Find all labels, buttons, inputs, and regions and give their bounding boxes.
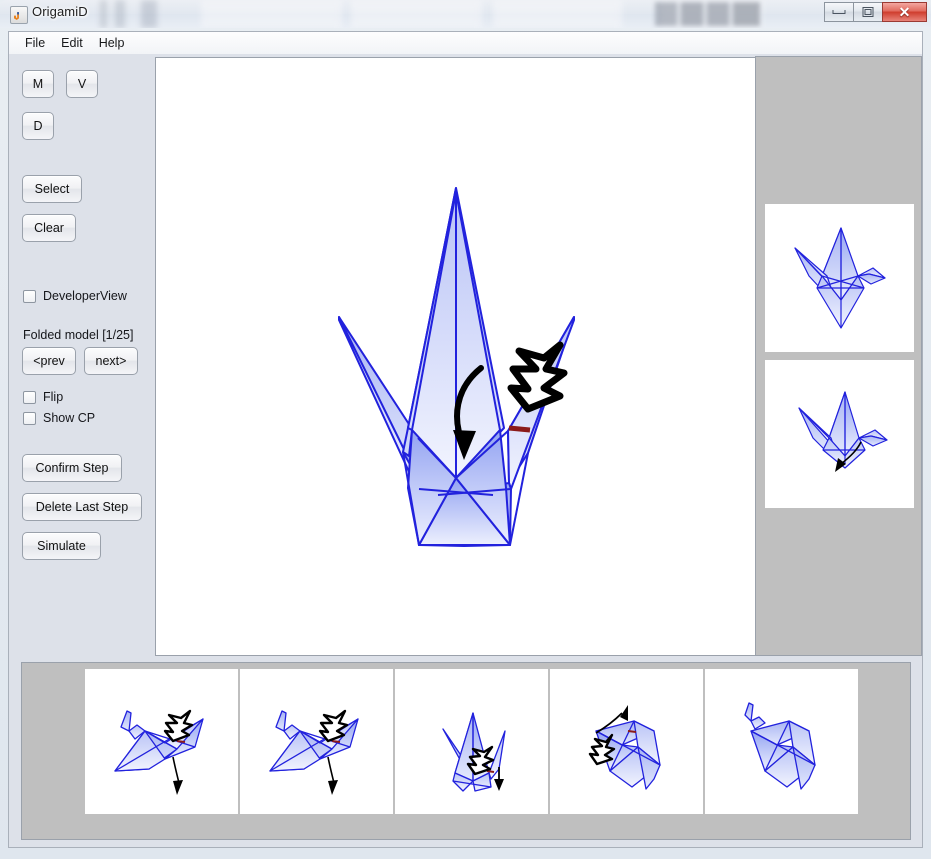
flip-label: Flip bbox=[43, 390, 64, 404]
minimize-button[interactable] bbox=[824, 2, 853, 22]
valley-fold-button[interactable]: V bbox=[66, 70, 98, 98]
java-coffee-cup-icon bbox=[10, 6, 28, 24]
menu-bar: File Edit Help bbox=[8, 31, 923, 54]
preview-thumbnail-step[interactable] bbox=[765, 360, 914, 508]
maximize-icon bbox=[862, 7, 874, 17]
push-here-arrow bbox=[507, 341, 568, 413]
minimize-icon bbox=[832, 10, 846, 14]
canvas-container bbox=[146, 54, 756, 658]
title-bar[interactable]: OrigamiD ✕ bbox=[0, 0, 931, 28]
step-thumbnail-4[interactable] bbox=[550, 669, 703, 814]
close-button[interactable]: ✕ bbox=[882, 2, 927, 22]
origami-crane-3d bbox=[338, 187, 575, 547]
step-thumbnail-3[interactable] bbox=[395, 669, 548, 814]
window-title: OrigamiD bbox=[32, 4, 88, 19]
glass-background-blur-right bbox=[655, 2, 760, 26]
menu-help[interactable]: Help bbox=[91, 33, 133, 53]
diagonal-fold-button[interactable]: D bbox=[22, 112, 54, 140]
preview-panel bbox=[755, 56, 922, 656]
prev-step-button[interactable]: <prev bbox=[22, 347, 76, 375]
checkbox-box-icon bbox=[23, 289, 36, 303]
left-toolbar: M V D Select Clear DeveloperView Folded … bbox=[9, 54, 146, 658]
step-thumbnail-2[interactable] bbox=[240, 669, 393, 814]
content-area: M V D Select Clear DeveloperView Folded … bbox=[8, 54, 923, 848]
crane-step2-icon bbox=[269, 709, 359, 795]
checkbox-box-icon bbox=[23, 411, 36, 425]
step-thumbnail-5[interactable] bbox=[705, 669, 858, 814]
show-cp-checkbox[interactable]: Show CP bbox=[23, 411, 95, 425]
folded-model-canvas[interactable] bbox=[155, 57, 756, 656]
crane-step4-icon bbox=[588, 705, 661, 790]
crane-step3-icon bbox=[442, 712, 506, 792]
next-step-button[interactable]: next> bbox=[84, 347, 138, 375]
show-cp-label: Show CP bbox=[43, 411, 96, 425]
maximize-button[interactable] bbox=[853, 2, 882, 22]
select-button[interactable]: Select bbox=[22, 175, 82, 203]
highlighted-crease bbox=[508, 425, 531, 433]
simulate-button[interactable]: Simulate bbox=[22, 532, 101, 560]
developer-view-checkbox[interactable]: DeveloperView bbox=[23, 289, 127, 303]
delete-last-step-button[interactable]: Delete Last Step bbox=[22, 493, 142, 521]
clear-button[interactable]: Clear bbox=[22, 214, 76, 242]
preview-thumbnail-result[interactable] bbox=[765, 204, 914, 352]
menu-edit[interactable]: Edit bbox=[53, 33, 91, 53]
step-thumbnail-1[interactable] bbox=[85, 669, 238, 814]
step-filmstrip[interactable] bbox=[21, 662, 911, 840]
crane-preview-finished-icon bbox=[794, 227, 886, 329]
close-icon: ✕ bbox=[898, 4, 911, 20]
confirm-step-button[interactable]: Confirm Step bbox=[22, 454, 122, 482]
folded-model-counter: Folded model [1/25] bbox=[23, 328, 134, 342]
crane-step1-icon bbox=[114, 709, 204, 795]
flip-checkbox[interactable]: Flip bbox=[23, 390, 63, 404]
crane-step5-icon bbox=[744, 702, 816, 790]
checkbox-box-icon bbox=[23, 390, 36, 404]
menu-file[interactable]: File bbox=[17, 33, 53, 53]
window-controls: ✕ bbox=[824, 2, 927, 22]
app-window: OrigamiD ✕ File Edit Help M V D Select C… bbox=[0, 0, 931, 859]
mountain-fold-button[interactable]: M bbox=[22, 70, 54, 98]
crane-preview-step-icon bbox=[798, 391, 888, 472]
developer-view-label: DeveloperView bbox=[43, 289, 127, 303]
